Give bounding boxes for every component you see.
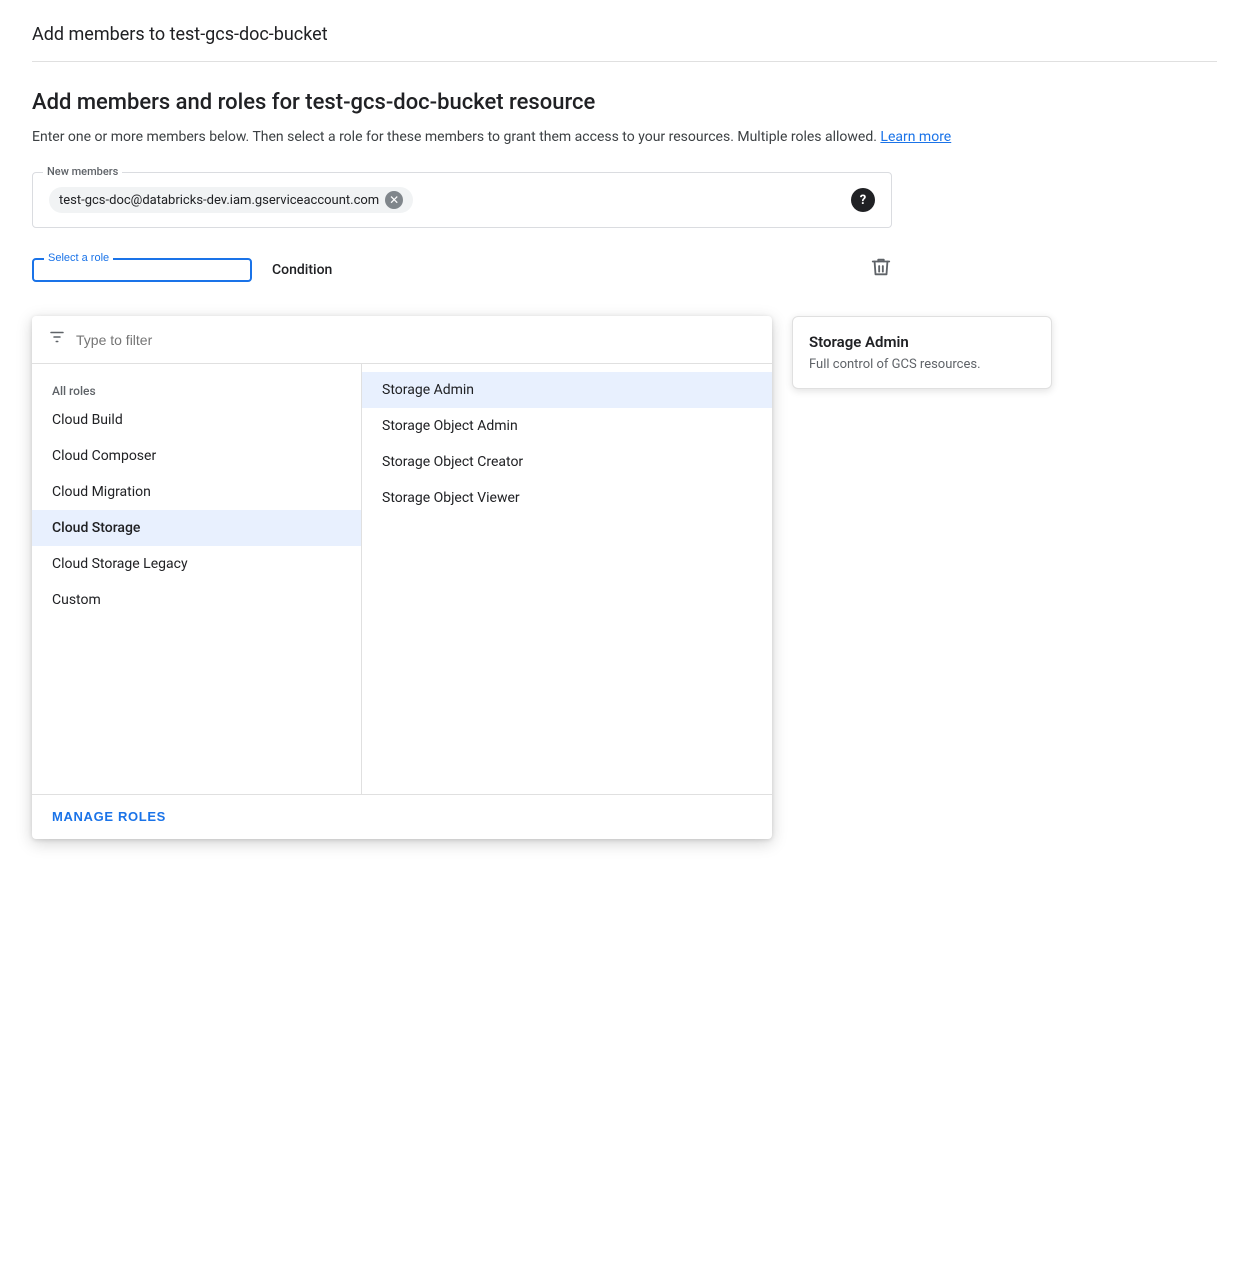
tooltip-description: Full control of GCS resources. — [809, 357, 1035, 372]
section-title: Add members and roles for test-gcs-doc-b… — [32, 90, 1217, 115]
learn-more-link[interactable]: Learn more — [880, 129, 951, 145]
manage-roles-button[interactable]: MANAGE ROLES — [52, 809, 166, 824]
role-item-storage-object-admin[interactable]: Storage Object Admin — [362, 408, 772, 444]
page-container: Add members to test-gcs-doc-bucket Add m… — [0, 0, 1249, 307]
role-tooltip-card: Storage Admin Full control of GCS resour… — [792, 316, 1052, 389]
help-icon[interactable]: ? — [851, 188, 875, 212]
select-role-label: Select a role — [44, 252, 113, 264]
page-top-title: Add members to test-gcs-doc-bucket — [32, 24, 1217, 62]
role-item-storage-object-viewer[interactable]: Storage Object Viewer — [362, 480, 772, 516]
role-item-storage-object-creator[interactable]: Storage Object Creator — [362, 444, 772, 480]
new-members-label: New members — [43, 165, 122, 178]
sidebar-item-custom[interactable]: Custom — [32, 582, 361, 618]
role-item-storage-admin[interactable]: Storage Admin — [362, 372, 772, 408]
condition-label: Condition — [272, 262, 332, 278]
filter-input[interactable] — [76, 332, 756, 348]
dropdown-body: All roles Cloud Build Cloud Composer Clo… — [32, 364, 772, 794]
chip-value: test-gcs-doc@databricks-dev.iam.gservice… — [59, 193, 379, 208]
role-dropdown: All roles Cloud Build Cloud Composer Clo… — [32, 316, 772, 839]
tooltip-title: Storage Admin — [809, 333, 1035, 351]
sidebar-item-cloud-storage[interactable]: Cloud Storage — [32, 510, 361, 546]
sidebar-item-cloud-migration[interactable]: Cloud Migration — [32, 474, 361, 510]
member-chip: test-gcs-doc@databricks-dev.iam.gservice… — [49, 187, 413, 213]
section-desc: Enter one or more members below. Then se… — [32, 127, 1217, 148]
filter-bar — [32, 316, 772, 364]
right-panel: Storage Admin Storage Object Admin Stora… — [362, 364, 772, 794]
sidebar-item-cloud-composer[interactable]: Cloud Composer — [32, 438, 361, 474]
filter-icon — [48, 328, 66, 351]
new-members-field: New members test-gcs-doc@databricks-dev.… — [32, 172, 892, 228]
all-roles-header: All roles — [32, 376, 361, 402]
chip-and-help: test-gcs-doc@databricks-dev.iam.gservice… — [49, 187, 875, 213]
role-row: Select a role Condition — [32, 256, 892, 283]
left-panel: All roles Cloud Build Cloud Composer Clo… — [32, 364, 362, 794]
select-role-button[interactable]: Select a role — [32, 258, 252, 282]
delete-role-icon[interactable] — [870, 256, 892, 283]
sidebar-item-cloud-storage-legacy[interactable]: Cloud Storage Legacy — [32, 546, 361, 582]
member-chips: test-gcs-doc@databricks-dev.iam.gservice… — [49, 187, 413, 213]
dropdown-footer: MANAGE ROLES — [32, 794, 772, 839]
sidebar-item-cloud-build[interactable]: Cloud Build — [32, 402, 361, 438]
chip-close-button[interactable]: ✕ — [385, 191, 403, 209]
